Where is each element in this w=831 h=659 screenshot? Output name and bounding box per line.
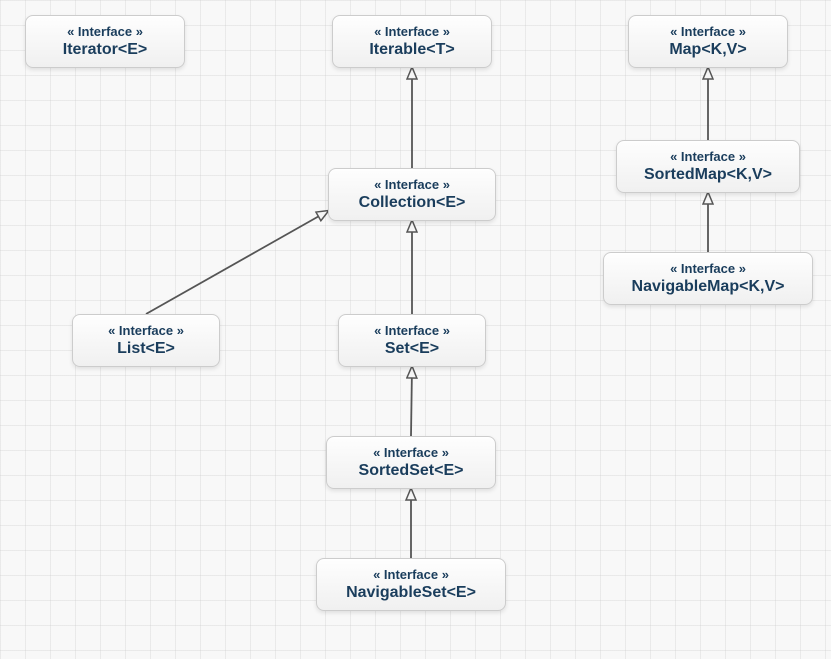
stereotype-label: « Interface » (622, 261, 794, 276)
stereotype-label: « Interface » (635, 149, 781, 164)
uml-interface-iterable[interactable]: « Interface » Iterable<T> (332, 15, 492, 68)
stereotype-label: « Interface » (91, 323, 201, 338)
classname-label: NavigableSet<E> (335, 584, 487, 602)
classname-label: SortedMap<K,V> (635, 166, 781, 184)
classname-label: Collection<E> (347, 194, 477, 212)
uml-interface-sortedset[interactable]: « Interface » SortedSet<E> (326, 436, 496, 489)
uml-interface-sortedmap[interactable]: « Interface » SortedMap<K,V> (616, 140, 800, 193)
uml-interface-map[interactable]: « Interface » Map<K,V> (628, 15, 788, 68)
stereotype-label: « Interface » (44, 24, 166, 39)
classname-label: Iterable<T> (351, 41, 473, 59)
stereotype-label: « Interface » (345, 445, 477, 460)
classname-label: Set<E> (357, 340, 467, 358)
classname-label: NavigableMap<K,V> (622, 278, 794, 296)
uml-interface-iterator[interactable]: « Interface » Iterator<E> (25, 15, 185, 68)
uml-interface-list[interactable]: « Interface » List<E> (72, 314, 220, 367)
stereotype-label: « Interface » (351, 24, 473, 39)
generalization-arrow (411, 367, 412, 436)
stereotype-label: « Interface » (647, 24, 769, 39)
classname-label: Map<K,V> (647, 41, 769, 59)
classname-label: SortedSet<E> (345, 462, 477, 480)
stereotype-label: « Interface » (357, 323, 467, 338)
stereotype-label: « Interface » (335, 567, 487, 582)
classname-label: Iterator<E> (44, 41, 166, 59)
generalization-arrow (146, 211, 328, 314)
uml-interface-navigablemap[interactable]: « Interface » NavigableMap<K,V> (603, 252, 813, 305)
uml-interface-collection[interactable]: « Interface » Collection<E> (328, 168, 496, 221)
stereotype-label: « Interface » (347, 177, 477, 192)
uml-interface-navigableset[interactable]: « Interface » NavigableSet<E> (316, 558, 506, 611)
classname-label: List<E> (91, 340, 201, 358)
uml-interface-set[interactable]: « Interface » Set<E> (338, 314, 486, 367)
